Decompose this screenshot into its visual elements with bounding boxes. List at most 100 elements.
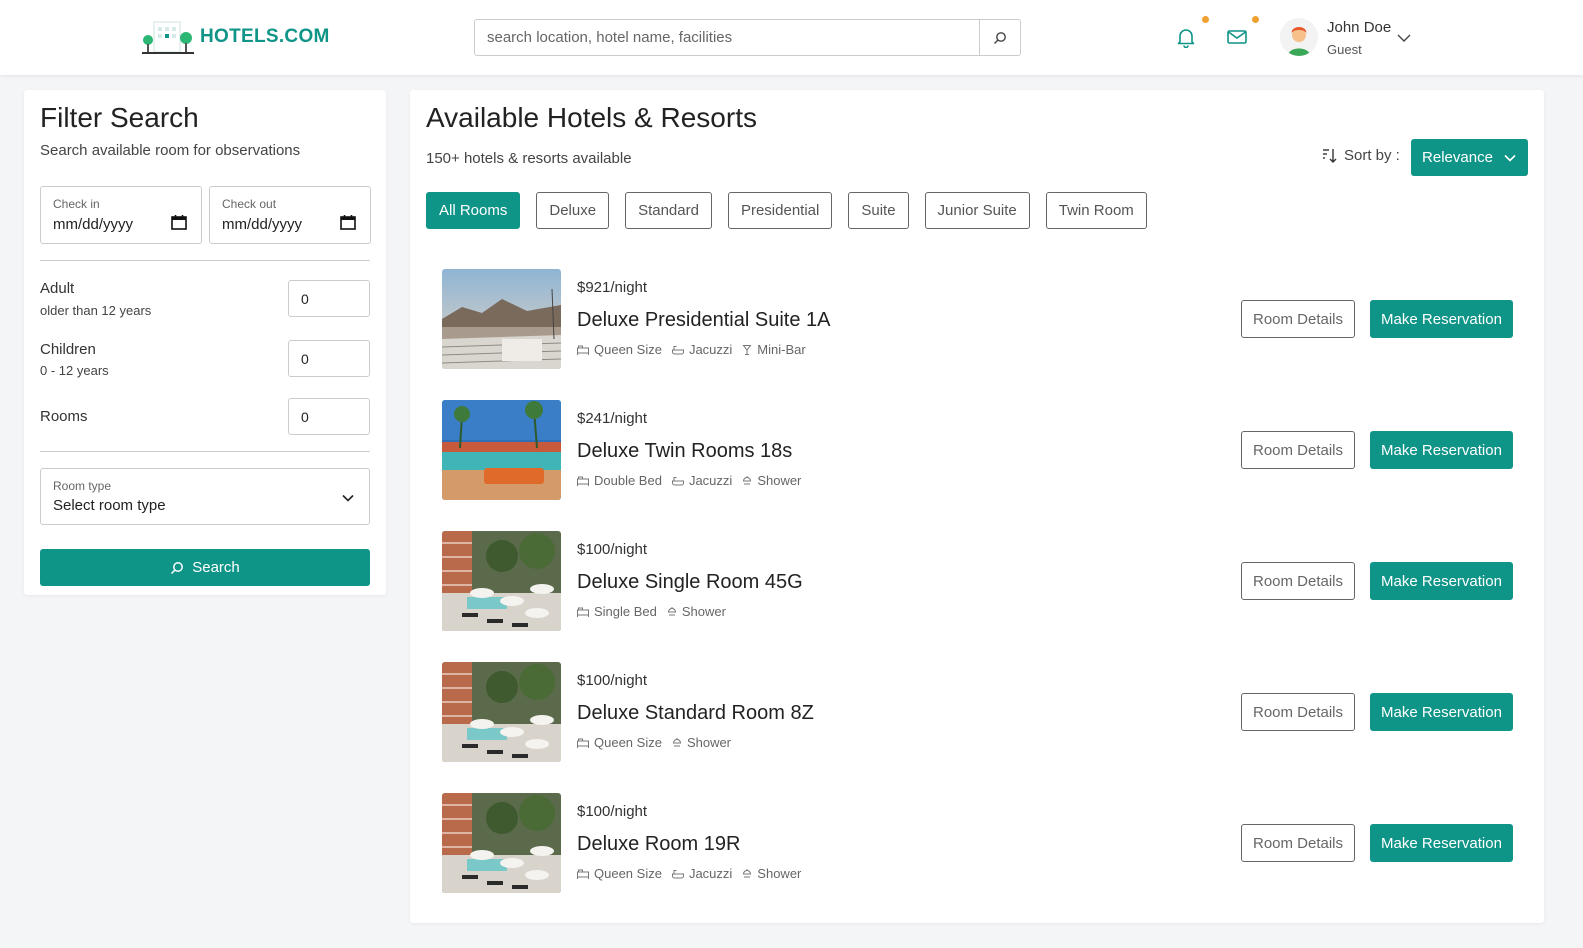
bath-icon	[671, 345, 684, 354]
hotel-image[interactable]	[442, 269, 561, 369]
sort-dropdown[interactable]: Relevance	[1411, 139, 1528, 176]
hotel-pool-image	[442, 662, 561, 762]
tab-twin-room[interactable]: Twin Room	[1045, 192, 1147, 229]
shower-icon	[672, 737, 681, 747]
children-label: Children	[40, 341, 96, 358]
make-reservation-button[interactable]: Make Reservation	[1370, 431, 1513, 469]
room-category-tabs: All Rooms Deluxe Standard Presidential S…	[426, 192, 1147, 229]
amenity: Jacuzzi	[671, 473, 732, 488]
checkout-value: mm/dd/yyyy	[222, 216, 303, 233]
hotel-pool-image	[442, 531, 561, 631]
results-title: Available Hotels & Resorts	[426, 102, 757, 133]
amenities-list: Single Bed Shower	[577, 604, 726, 619]
amenity: Queen Size	[577, 735, 662, 750]
amenity-label: Shower	[686, 735, 732, 750]
hotel-image[interactable]	[442, 531, 561, 631]
calendar-icon[interactable]	[340, 214, 356, 230]
user-name: John Doe	[1327, 19, 1392, 36]
calendar-icon[interactable]	[171, 214, 187, 230]
amenity-label: Double Bed	[594, 473, 662, 488]
rooms-label: Rooms	[40, 408, 88, 425]
amenity: Jacuzzi	[671, 342, 732, 357]
checkin-field[interactable]: Check in mm/dd/yyyy	[40, 186, 202, 244]
amenity-label: Shower	[681, 604, 726, 619]
room-details-button[interactable]: Room Details	[1241, 824, 1355, 862]
rooms-count-input[interactable]	[288, 398, 370, 435]
children-count-input[interactable]	[288, 340, 370, 377]
hotel-image[interactable]	[442, 662, 561, 762]
results-panel: Available Hotels & Resorts 150+ hotels &…	[410, 90, 1544, 923]
hotel-price: $100/night	[577, 672, 648, 689]
make-reservation-button[interactable]: Make Reservation	[1370, 562, 1513, 600]
room-details-button[interactable]: Room Details	[1241, 431, 1355, 469]
tab-deluxe[interactable]: Deluxe	[536, 192, 610, 229]
mail-icon[interactable]	[1226, 26, 1248, 48]
hotel-image[interactable]	[442, 793, 561, 893]
tab-presidential[interactable]: Presidential	[727, 192, 833, 229]
shower-icon	[743, 475, 752, 485]
hotel-name[interactable]: Deluxe Single Room 45G	[577, 571, 803, 594]
search-button[interactable]: Search	[40, 549, 370, 586]
checkin-label: Check in	[53, 197, 100, 211]
hotel-card: $100/night Deluxe Single Room 45G Single…	[442, 531, 1513, 631]
search-button-label: Search	[192, 559, 240, 576]
hotel-card: $100/night Deluxe Room 19R Queen Size Ja…	[442, 793, 1513, 893]
search-icon	[171, 561, 184, 574]
amenity-label: Shower	[757, 866, 802, 881]
chevron-down-icon[interactable]	[1396, 30, 1412, 46]
sort-label-text: Sort by :	[1344, 147, 1400, 164]
amenity-label: Mini-Bar	[757, 342, 806, 357]
notification-dot	[1202, 16, 1209, 23]
bell-icon[interactable]	[1175, 26, 1197, 48]
shower-icon	[743, 868, 752, 878]
hotel-card: $100/night Deluxe Standard Room 8Z Queen…	[442, 662, 1513, 762]
sort-value: Relevance	[1422, 149, 1493, 166]
search-input[interactable]	[475, 20, 979, 55]
filter-panel: Filter Search Search available room for …	[24, 90, 386, 595]
hotel-name[interactable]: Deluxe Presidential Suite 1A	[577, 309, 830, 332]
glass-icon	[742, 344, 752, 355]
checkout-field[interactable]: Check out mm/dd/yyyy	[209, 186, 371, 244]
hotel-name[interactable]: Deluxe Twin Rooms 18s	[577, 440, 792, 463]
brand-logo[interactable]: HOTELS.COM	[142, 18, 330, 56]
hotel-image[interactable]	[442, 400, 561, 500]
tab-standard[interactable]: Standard	[625, 192, 712, 229]
room-details-button[interactable]: Room Details	[1241, 562, 1355, 600]
make-reservation-button[interactable]: Make Reservation	[1370, 824, 1513, 862]
sort-icon	[1323, 148, 1337, 163]
hotel-name[interactable]: Deluxe Standard Room 8Z	[577, 702, 814, 725]
amenity: Double Bed	[577, 473, 662, 488]
tab-all-rooms[interactable]: All Rooms	[426, 192, 521, 229]
checkin-value: mm/dd/yyyy	[53, 216, 134, 233]
room-type-select[interactable]: Room type Select room type	[40, 468, 370, 525]
amenities-list: Queen Size Jacuzzi Mini-Bar	[577, 342, 806, 357]
amenity-label: Shower	[757, 473, 802, 488]
hotel-price: $241/night	[577, 410, 648, 427]
chevron-down-icon	[342, 494, 354, 502]
tab-junior-suite[interactable]: Junior Suite	[924, 192, 1030, 229]
amenity: Shower	[742, 473, 801, 488]
hotel-name[interactable]: Deluxe Room 19R	[577, 833, 740, 856]
chevron-down-icon	[1504, 154, 1516, 162]
room-details-button[interactable]: Room Details	[1241, 300, 1355, 338]
amenity-label: Single Bed	[594, 604, 657, 619]
bath-icon	[671, 869, 684, 878]
amenity-label: Queen Size	[594, 342, 662, 357]
user-role: Guest	[1327, 42, 1362, 57]
adult-count-input[interactable]	[288, 280, 370, 317]
make-reservation-button[interactable]: Make Reservation	[1370, 300, 1513, 338]
search-button[interactable]	[979, 20, 1020, 55]
hotel-price: $100/night	[577, 803, 648, 820]
bed-icon	[577, 607, 589, 617]
avatar[interactable]	[1280, 18, 1318, 56]
tab-suite[interactable]: Suite	[848, 192, 909, 229]
bed-icon	[577, 476, 589, 486]
amenity: Shower	[667, 604, 726, 619]
shower-icon	[667, 606, 676, 616]
room-details-button[interactable]: Room Details	[1241, 693, 1355, 731]
hotel-card: $241/night Deluxe Twin Rooms 18s Double …	[442, 400, 1513, 500]
make-reservation-button[interactable]: Make Reservation	[1370, 693, 1513, 731]
bath-icon	[671, 476, 684, 485]
bed-icon	[577, 869, 589, 879]
children-sublabel: 0 - 12 years	[40, 363, 109, 378]
